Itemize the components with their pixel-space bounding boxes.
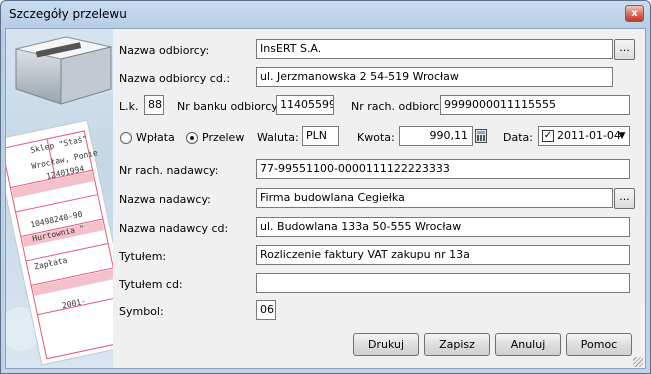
dialog-body: Sklep "Staś" Wrocław, Ponie 12401994 104… xyxy=(5,28,646,369)
label-nr-banku-odbiorcy: Nr banku odbiorcy: xyxy=(177,100,281,113)
pomoc-button[interactable]: Pomoc xyxy=(566,333,632,356)
label-waluta: Waluta: xyxy=(257,131,299,144)
label-data: Data: xyxy=(503,131,533,144)
receipt-line: Zapłata xyxy=(33,255,69,272)
label-nazwa-nadawcy-cd: Nazwa nadawcy cd: xyxy=(119,222,229,235)
label-nazwa-odbiorcy-cd: Nazwa odbiorcy cd.: xyxy=(119,72,231,85)
label-nazwa-nadawcy: Nazwa nadawcy: xyxy=(119,193,211,206)
window-title: Szczegóły przelewu xyxy=(9,7,127,21)
zapisz-button[interactable]: Zapisz xyxy=(424,333,490,356)
nr-rach-odbiorcy-field[interactable]: 9999000011115555 xyxy=(440,95,630,115)
nazwa-nadawcy-cd-field[interactable]: ul. Budowlana 133a 50-555 Wrocław xyxy=(256,217,630,237)
nazwa-nadawcy-field[interactable]: Firma budowlana Cegiełka xyxy=(256,188,613,208)
tytulem-cd-field[interactable] xyxy=(256,273,630,293)
dialog-window: Szczegóły przelewu x Sklep "Staś" Wrocła… xyxy=(0,0,651,374)
label-nr-rach-nadawcy: Nr rach. nadawcy: xyxy=(119,164,219,177)
drukuj-button[interactable]: Drukuj xyxy=(353,333,419,356)
label-tytulem: Tytułem: xyxy=(119,250,167,263)
label-nr-rach-odbiorcy: Nr rach. odbiorcy: xyxy=(351,100,449,113)
label-tytulem-cd: Tytułem cd: xyxy=(119,278,183,291)
close-icon: x xyxy=(631,8,638,19)
label-kwota: Kwota: xyxy=(357,131,395,144)
nazwa-odbiorcy-cd-field[interactable]: ul. Jerzmanowska 2 54-519 Wrocław xyxy=(256,67,613,87)
receipt-line: 2001- xyxy=(61,296,87,311)
label-symbol: Symbol: xyxy=(119,305,164,318)
label-lk: L.k. xyxy=(119,100,139,113)
lk-field[interactable]: 88 xyxy=(144,95,164,115)
browse-odbiorca-button[interactable]: ... xyxy=(614,39,635,60)
title-bar: Szczegóły przelewu x xyxy=(1,1,650,29)
close-button[interactable]: x xyxy=(625,5,644,22)
resize-grip[interactable] xyxy=(633,357,643,367)
data-checkbox[interactable]: ✓ xyxy=(542,130,554,142)
calculator-icon[interactable] xyxy=(475,129,487,143)
label-przelew[interactable]: Przelew xyxy=(202,131,244,145)
receipt-text: Sklep "Staś" Wrocław, Ponie 12401994 104… xyxy=(6,29,113,368)
symbol-field[interactable]: 06 xyxy=(256,300,276,320)
nr-rach-nadawcy-field[interactable]: 77-99551100-0000111122223333 xyxy=(256,159,630,179)
dropdown-arrow-icon[interactable]: ▼ xyxy=(615,128,629,144)
przelew-radio[interactable] xyxy=(186,132,198,144)
waluta-field[interactable]: PLN xyxy=(302,126,339,146)
tytulem-field[interactable]: Rozliczenie faktury VAT zakupu nr 13a xyxy=(256,245,630,265)
kwota-field[interactable]: 990,11 xyxy=(399,126,473,146)
browse-nadawca-button[interactable]: ... xyxy=(614,188,635,209)
nr-banku-odbiorcy-field[interactable]: 11405599 xyxy=(276,95,334,115)
label-wplata[interactable]: Wpłata xyxy=(136,131,175,145)
wplata-radio[interactable] xyxy=(120,132,132,144)
side-illustration: Sklep "Staś" Wrocław, Ponie 12401994 104… xyxy=(6,29,113,368)
anuluj-button[interactable]: Anuluj xyxy=(495,333,561,356)
label-nazwa-odbiorcy: Nazwa odbiorcy: xyxy=(119,44,210,57)
nazwa-odbiorcy-field[interactable]: InsERT S.A. xyxy=(256,39,613,59)
